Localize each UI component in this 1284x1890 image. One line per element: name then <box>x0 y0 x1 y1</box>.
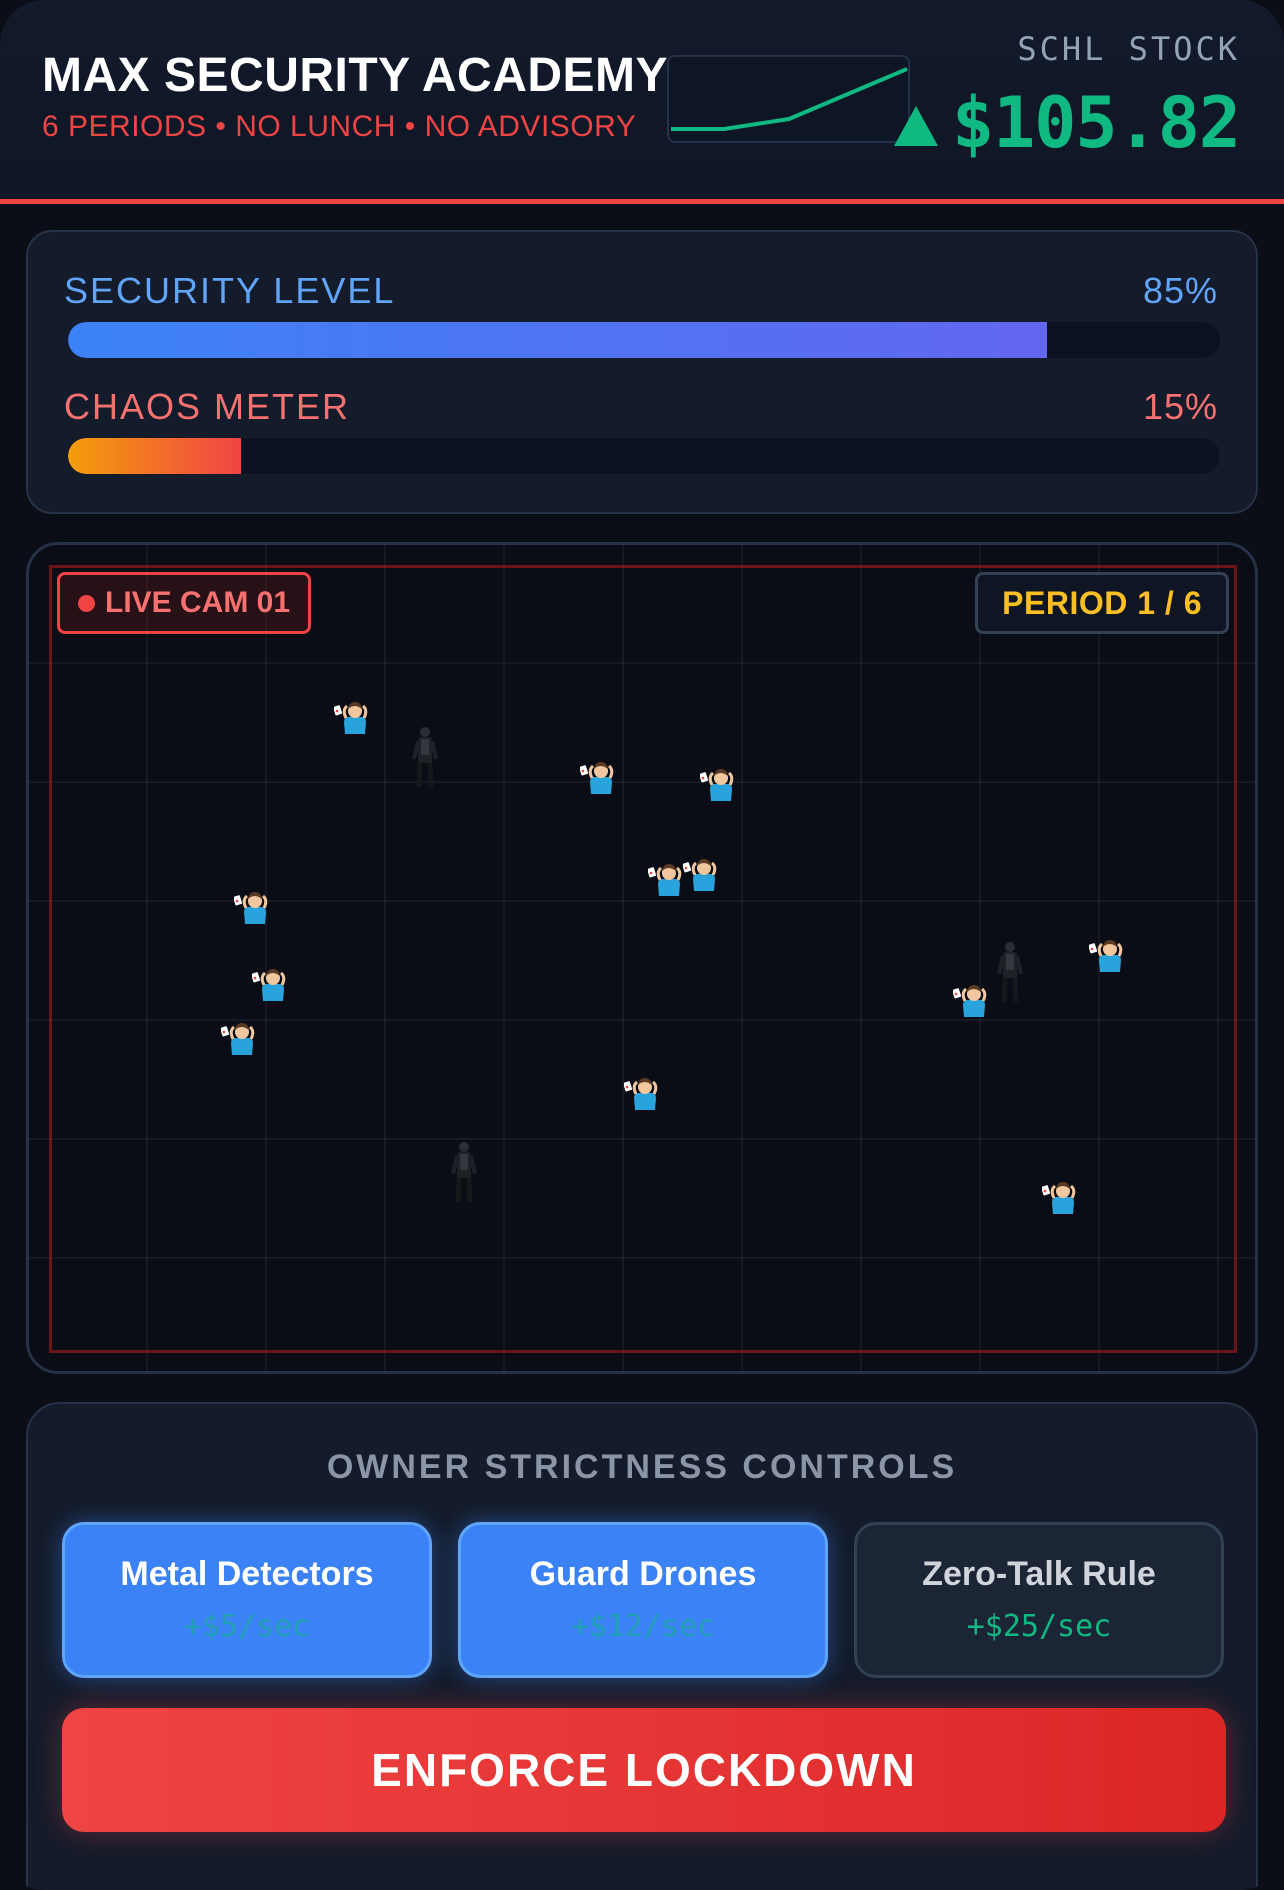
perimeter-border <box>49 565 1237 1353</box>
stock-price-row: $105.82 <box>893 82 1241 164</box>
student-figure[interactable] <box>221 1021 261 1061</box>
student-figure[interactable] <box>334 700 374 740</box>
chaos-meter-value: 15% <box>1142 386 1218 427</box>
controls-panel: OWNER STRICTNESS CONTROLS Metal Detector… <box>26 1402 1258 1890</box>
control-rate: +$5/sec <box>183 1609 311 1644</box>
security-guard-figure[interactable] <box>995 940 1025 1004</box>
control-rate: +$12/sec <box>570 1609 716 1644</box>
student-figure[interactable] <box>700 767 740 807</box>
period-badge: PERIOD 1 / 6 <box>975 572 1229 634</box>
student-figure[interactable] <box>1042 1180 1082 1220</box>
control-rate: +$25/sec <box>966 1609 1112 1644</box>
stock-sparkline <box>667 55 910 143</box>
student-figure[interactable] <box>252 967 292 1007</box>
enforce-lockdown-button[interactable]: ENFORCE LOCKDOWN <box>62 1708 1226 1832</box>
student-figure[interactable] <box>683 857 723 897</box>
game-frame: MAX SECURITY ACADEMY 6 PERIODS • NO LUNC… <box>0 0 1284 1890</box>
recording-dot-icon <box>78 594 95 612</box>
camera-view[interactable]: LIVE CAM 01 PERIOD 1 / 6 <box>26 542 1258 1374</box>
control-name: Zero-Talk Rule <box>922 1555 1156 1593</box>
chaos-meter-fill <box>68 438 241 474</box>
zero-talk-rule-button[interactable]: Zero-Talk Rule +$25/sec <box>854 1522 1224 1678</box>
security-guard-figure[interactable] <box>410 725 440 789</box>
metal-detectors-button[interactable]: Metal Detectors +$5/sec <box>62 1522 432 1678</box>
guard-drones-button[interactable]: Guard Drones +$12/sec <box>458 1522 828 1678</box>
controls-title: OWNER STRICTNESS CONTROLS <box>326 1448 958 1486</box>
chaos-meter-label: CHAOS METER <box>64 386 351 427</box>
live-cam-badge: LIVE CAM 01 <box>57 572 312 634</box>
enforce-lockdown-label: ENFORCE LOCKDOWN <box>371 1744 917 1796</box>
security-level-bar <box>68 322 1220 358</box>
school-subtitle: 6 PERIODS • NO LUNCH • NO ADVISORY <box>42 110 637 143</box>
triangle-up-icon <box>893 106 938 146</box>
control-name: Guard Drones <box>529 1555 757 1593</box>
chaos-meter-bar <box>68 438 1220 474</box>
student-figure[interactable] <box>1089 938 1129 978</box>
stock-label: SCHL STOCK <box>1017 30 1240 68</box>
student-figure[interactable] <box>953 983 993 1023</box>
stock-price: $105.82 <box>951 82 1241 164</box>
meters-panel: SECURITY LEVEL 85% CHAOS METER 15% <box>26 230 1258 514</box>
school-title: MAX SECURITY ACADEMY <box>42 49 669 102</box>
student-figure[interactable] <box>234 890 274 930</box>
student-figure[interactable] <box>580 760 620 800</box>
security-level-value: 85% <box>1142 270 1218 311</box>
student-figure[interactable] <box>648 862 688 902</box>
control-name: Metal Detectors <box>120 1555 374 1593</box>
live-cam-label: LIVE CAM 01 <box>105 586 291 619</box>
security-level-fill <box>68 322 1048 358</box>
security-guard-figure[interactable] <box>449 1140 479 1204</box>
security-level-label: SECURITY LEVEL <box>64 270 396 311</box>
period-label: PERIOD 1 / 6 <box>1002 584 1202 621</box>
header-bar: MAX SECURITY ACADEMY 6 PERIODS • NO LUNC… <box>0 0 1284 204</box>
student-figure[interactable] <box>624 1076 664 1116</box>
